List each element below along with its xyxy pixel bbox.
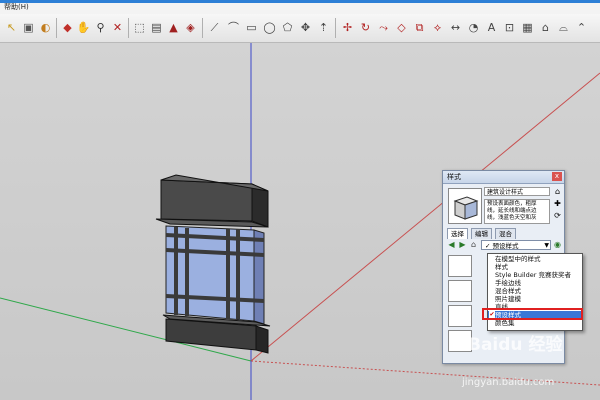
dropdown-item[interactable]: Style Builder 竞赛获奖者 (488, 271, 582, 279)
arc-icon[interactable]: ⌒ (225, 19, 242, 36)
highlight-box (482, 308, 583, 320)
axes-icon[interactable]: ✢ (339, 19, 356, 36)
window-model (155, 174, 271, 354)
tab-select[interactable]: 选择 (447, 228, 468, 239)
section-plane-icon[interactable]: ⊡ (501, 19, 518, 36)
protractor-icon[interactable]: ◔ (465, 19, 482, 36)
style-grid-item[interactable] (448, 280, 472, 302)
watermark-logo: Baidu 经验 (468, 335, 563, 355)
tape-measure-icon[interactable]: ⟡ (429, 19, 446, 36)
eraser-icon[interactable]: ◆ (59, 19, 76, 36)
style-library-value: ✓ 预设样式 (485, 242, 519, 250)
style-library-select[interactable]: ✓ 预设样式 ▼ (481, 240, 551, 250)
chevron-down-icon: ▼ (544, 242, 549, 249)
update-style-icon[interactable]: ⟳ (553, 211, 562, 221)
details-arrow-icon[interactable]: ◉ (553, 240, 562, 250)
tab-edit[interactable]: 编辑 (471, 228, 492, 239)
rectangle-icon[interactable]: ▭ (243, 19, 260, 36)
polygon-icon[interactable]: ⬠ (279, 19, 296, 36)
dropdown-item[interactable]: 颜色集 (488, 319, 582, 327)
dropdown-item[interactable]: 混合样式 (488, 287, 582, 295)
dropdown-item[interactable]: 在模型中的样式 (488, 255, 582, 263)
watermark-url: jingyan.baidu.com (462, 377, 555, 388)
menu-help[interactable]: 帮助(H) (4, 2, 29, 12)
window-top-accent (0, 0, 600, 3)
style-thumbnail[interactable] (448, 188, 482, 224)
menu-bar: 帮助(H) (0, 0, 600, 15)
3d-text-icon[interactable]: ▦ (519, 19, 536, 36)
sandbox-icon[interactable]: ⌃ (573, 19, 590, 36)
home-folder-icon[interactable]: ⌂ (469, 240, 478, 250)
back-arrow-icon[interactable]: ◀ (447, 240, 456, 250)
move-icon[interactable]: ✥ (297, 19, 314, 36)
zoom-extents-icon[interactable]: ✕ (109, 19, 126, 36)
tab-mix[interactable]: 混合 (495, 228, 516, 239)
dropdown-item[interactable]: 手绘边线 (488, 279, 582, 287)
main-toolbar: ↖ ▣ ◐ ◆ ✋ ⚲ ✕ ⬚ ▤ ▲ ◈ ⟋ ⌒ ▭ ◯ ⬠ ✥ ⇡ ✢ ↻ … (0, 14, 600, 43)
follow-me-icon[interactable]: ⤳ (375, 19, 392, 36)
walk-icon[interactable]: ⌂ (537, 19, 554, 36)
style-description-field[interactable]: 预设表面颜色，粗厚线，延长线和端点边线，浅蓝色天空和灰 (484, 199, 550, 224)
make-component-icon[interactable]: ▣ (20, 19, 37, 36)
offset-icon[interactable]: ⧉ (411, 19, 428, 36)
dropdown-item[interactable]: 样式 (488, 263, 582, 271)
text-icon[interactable]: A (483, 19, 500, 36)
select-icon[interactable]: ↖ (3, 19, 20, 36)
style-grid-item[interactable] (448, 305, 472, 327)
scale-icon[interactable]: ◇ (393, 19, 410, 36)
style-name-field[interactable]: 建筑设计样式 (484, 187, 550, 196)
get-models-icon[interactable]: ◈ (182, 19, 199, 36)
style-nav-row: ◀ ▶ ⌂ ✓ 预设样式 ▼ ◉ (447, 240, 561, 251)
panel-side-tools: ⌂ ✚ ⟳ (553, 187, 563, 223)
home-icon[interactable]: ⌂ (553, 187, 562, 197)
styles-panel-title: 样式 (447, 173, 461, 181)
view-top-icon[interactable]: ▤ (148, 19, 165, 36)
view-iso-icon[interactable]: ⬚ (131, 19, 148, 36)
style-grid-item[interactable] (448, 255, 472, 277)
paint-bucket-icon[interactable]: ◐ (37, 19, 54, 36)
orbit-icon[interactable]: ✋ (75, 19, 92, 36)
look-around-icon[interactable]: ⌓ (555, 19, 572, 36)
styles-panel-titlebar[interactable]: 样式 x (443, 171, 564, 184)
circle-icon[interactable]: ◯ (261, 19, 278, 36)
close-icon[interactable]: x (552, 172, 562, 181)
dimension-icon[interactable]: ↔ (447, 19, 464, 36)
create-style-icon[interactable]: ✚ (553, 199, 562, 209)
forward-arrow-icon[interactable]: ▶ (458, 240, 467, 250)
zoom-icon[interactable]: ⚲ (92, 19, 109, 36)
3d-warehouse-icon[interactable]: ▲ (165, 19, 182, 36)
rotate-icon[interactable]: ↻ (357, 19, 374, 36)
line-icon[interactable]: ⟋ (206, 19, 223, 36)
dropdown-item[interactable]: 照片建模 (488, 295, 582, 303)
push-pull-icon[interactable]: ⇡ (315, 19, 332, 36)
